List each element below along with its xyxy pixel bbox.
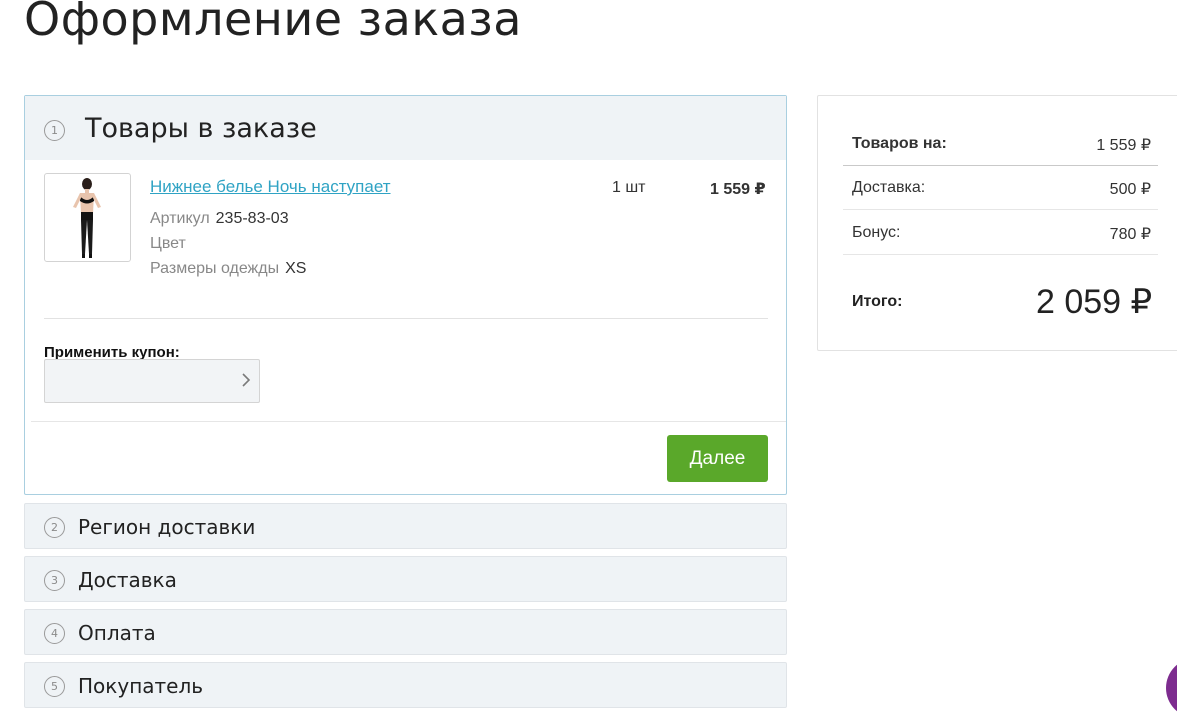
step-number: 5 (44, 676, 65, 697)
product-quantity: 1 шт (612, 179, 646, 196)
order-items-block: 1 Товары в заказе Нижнее белье Ночь наст… (24, 95, 787, 495)
step-title: Регион доставки (78, 515, 256, 539)
order-items-title: Товары в заказе (85, 113, 317, 144)
step-number: 2 (44, 517, 65, 538)
step-title: Оплата (78, 621, 156, 645)
divider (843, 254, 1158, 255)
color-label: Цвет (150, 235, 186, 252)
size-value: XS (285, 260, 307, 277)
summary-goods-label: Товаров на: (852, 135, 947, 152)
step-number: 1 (44, 120, 65, 141)
summary-goods-value: 1 559 ₽ (1096, 137, 1151, 154)
summary-delivery-value: 500 ₽ (1109, 181, 1151, 198)
summary-bonus-label: Бонус: (852, 224, 901, 241)
product-image[interactable] (44, 173, 131, 262)
divider (44, 318, 768, 319)
step-title: Покупатель (78, 674, 204, 698)
color-row: Цвет (150, 235, 186, 253)
page-title: Оформление заказа (24, 0, 522, 46)
order-items-header[interactable]: 1 Товары в заказе (25, 96, 786, 160)
divider (31, 421, 786, 422)
article-label: Артикул (150, 210, 210, 227)
summary-goods-row: Товаров на: 1 559 ₽ (843, 123, 1158, 167)
product-price: 1 559 ₽ (710, 181, 766, 198)
step-title: Доставка (78, 568, 177, 592)
summary-total-value: 2 059 ₽ (1036, 283, 1153, 321)
size-label: Размеры одежды (150, 260, 280, 277)
step-delivery[interactable]: 3 Доставка (24, 556, 787, 602)
summary-delivery-label: Доставка: (852, 179, 926, 196)
product-name-link[interactable]: Нижнее белье Ночь наступает (150, 177, 391, 197)
step-number: 3 (44, 570, 65, 591)
summary-delivery-row: Доставка: 500 ₽ (843, 166, 1158, 210)
product-photo-icon (73, 178, 101, 258)
step-payment[interactable]: 4 Оплата (24, 609, 787, 655)
summary-total-label: Итого: (852, 293, 903, 310)
summary-bonus-row: Бонус: 780 ₽ (843, 210, 1158, 254)
summary-bonus-value: 780 ₽ (1109, 226, 1151, 243)
size-row: Размеры одежды XS (150, 260, 306, 278)
chat-widget-button[interactable] (1166, 658, 1177, 718)
step-buyer[interactable]: 5 Покупатель (24, 662, 787, 708)
order-summary: Товаров на: 1 559 ₽ Доставка: 500 ₽ Бону… (817, 95, 1177, 351)
next-button[interactable]: Далее (667, 435, 768, 482)
article-value: 235-83-03 (215, 210, 289, 227)
chevron-right-icon[interactable] (241, 372, 251, 391)
coupon-input[interactable] (44, 359, 260, 403)
step-delivery-region[interactable]: 2 Регион доставки (24, 503, 787, 549)
article-row: Артикул 235-83-03 (150, 210, 289, 228)
step-number: 4 (44, 623, 65, 644)
